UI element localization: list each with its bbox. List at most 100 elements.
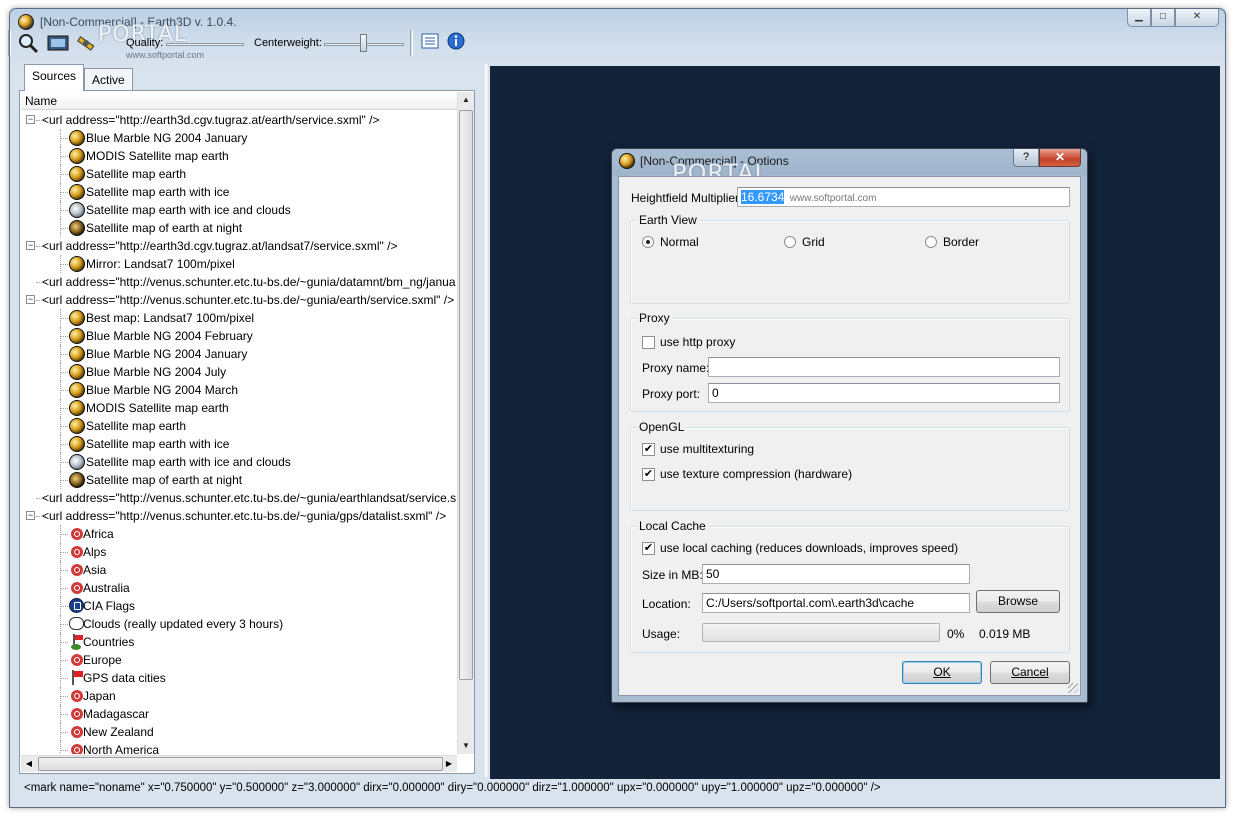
tree-row-item[interactable]: Satellite map earth with ice: [20, 183, 456, 201]
earth-view-grid-radio[interactable]: [784, 236, 796, 248]
use-http-proxy-label[interactable]: use http proxy: [660, 335, 735, 349]
pane-splitter[interactable]: [483, 64, 489, 777]
scroll-up-arrow-icon[interactable]: ▲: [458, 92, 474, 108]
tree-connector: [60, 732, 68, 733]
vertical-scrollbar[interactable]: ▲ ▼: [457, 92, 474, 754]
tab-active[interactable]: Active: [84, 68, 133, 90]
proxy-name-input[interactable]: [708, 357, 1060, 377]
toolbar-grip-2[interactable]: [410, 30, 413, 56]
tab-sources[interactable]: Sources: [24, 64, 85, 91]
ok-button[interactable]: OK: [902, 661, 982, 684]
proxy-port-label: Proxy port:: [642, 387, 701, 401]
tree-row-label: <url address="http://venus.schunter.etc.…: [42, 275, 456, 289]
tree-row-item[interactable]: Mirror: Landsat7 100m/pixel: [20, 255, 456, 273]
earth-view-normal-label[interactable]: Normal: [660, 235, 699, 249]
use-local-caching-checkbox[interactable]: ✔: [642, 542, 655, 555]
tree-row-item[interactable]: New Zealand: [20, 723, 456, 741]
minimize-button[interactable]: ▁: [1127, 9, 1151, 27]
help-button[interactable]: ?: [1013, 149, 1039, 167]
tree-row-item[interactable]: Australia: [20, 579, 456, 597]
tree-row-item[interactable]: Satellite map earth: [20, 417, 456, 435]
use-http-proxy-checkbox[interactable]: [642, 336, 655, 349]
cache-location-input[interactable]: C:/Users/softportal.com\.earth3d\cache: [702, 593, 970, 613]
tree-row-item[interactable]: GPS data cities: [20, 669, 456, 687]
tree-row-source-url[interactable]: − <url address="http://earth3d.cgv.tugraz…: [20, 237, 456, 255]
tree-row-item[interactable]: Blue Marble NG 2004 February: [20, 327, 456, 345]
tree-row-item[interactable]: Countries: [20, 633, 456, 651]
tree-row-item[interactable]: Satellite map earth with ice: [20, 435, 456, 453]
vertical-scroll-thumb[interactable]: [459, 110, 473, 680]
tree-row-item[interactable]: North America: [20, 741, 456, 754]
collapse-minus-icon[interactable]: −: [26, 115, 35, 124]
heightfield-input[interactable]: 16.6734 www.softportal.com: [737, 187, 1070, 207]
toolbar-grip[interactable]: [8, 30, 11, 56]
collapse-minus-icon[interactable]: −: [26, 295, 35, 304]
source-tree: Name − <url address="http://earth3d.cgv.t…: [19, 90, 475, 774]
texture-compression-label[interactable]: use texture compression (hardware): [660, 467, 852, 481]
cancel-button[interactable]: Cancel: [990, 661, 1070, 684]
multitexturing-checkbox[interactable]: ✔: [642, 443, 655, 456]
tree-row-source-url[interactable]: <url address="http://venus.schunter.etc.…: [20, 273, 456, 291]
tree-row-item[interactable]: Alps: [20, 543, 456, 561]
resize-grip[interactable]: [1068, 683, 1078, 693]
tree-row-item[interactable]: Blue Marble NG 2004 January: [20, 345, 456, 363]
tree-row-item[interactable]: Asia: [20, 561, 456, 579]
tree-row-item[interactable]: Clouds (really updated every 3 hours): [20, 615, 456, 633]
use-local-caching-label[interactable]: use local caching (reduces downloads, im…: [660, 541, 958, 555]
screenshot-camera-icon[interactable]: [46, 31, 70, 55]
tree-row-item[interactable]: Blue Marble NG 2004 March: [20, 381, 456, 399]
proxy-port-input[interactable]: 0: [708, 383, 1060, 403]
tree-row-item[interactable]: Satellite map earth with ice and clouds: [20, 201, 456, 219]
tree-row-item[interactable]: Blue Marble NG 2004 January: [20, 129, 456, 147]
tree-row-source-url[interactable]: − <url address="http://earth3d.cgv.tugraz…: [20, 111, 456, 129]
tree-row-item[interactable]: Satellite map of earth at night: [20, 471, 456, 489]
maximize-button[interactable]: □: [1151, 9, 1175, 27]
column-header-name[interactable]: Name: [21, 92, 457, 110]
tree-row-item[interactable]: Madagascar: [20, 705, 456, 723]
list-view-icon[interactable]: [420, 31, 444, 55]
tree-row-source-url[interactable]: − <url address="http://venus.schunter.etc…: [20, 291, 456, 309]
tree-row-label: Asia: [83, 563, 107, 577]
target-marker-icon: [71, 726, 83, 738]
multitexturing-label[interactable]: use multitexturing: [660, 442, 754, 456]
scroll-right-arrow-icon[interactable]: ▶: [441, 756, 457, 772]
tree-row-source-url[interactable]: − <url address="http://venus.schunter.etc…: [20, 507, 456, 525]
earth-view-grid-label[interactable]: Grid: [802, 235, 825, 249]
horizontal-scroll-thumb[interactable]: [38, 757, 443, 771]
collapse-minus-icon[interactable]: −: [26, 511, 35, 520]
earth-view-normal-radio[interactable]: [642, 236, 654, 248]
scroll-down-arrow-icon[interactable]: ▼: [458, 738, 474, 754]
tree-row-item[interactable]: CIA Flags: [20, 597, 456, 615]
tree-row-item[interactable]: Best map: Landsat7 100m/pixel: [20, 309, 456, 327]
close-button[interactable]: ✕: [1175, 9, 1219, 27]
tree-connector: [60, 444, 68, 445]
tree-row-item[interactable]: Satellite map earth: [20, 165, 456, 183]
search-magnifier-icon[interactable]: [16, 31, 40, 55]
texture-compression-checkbox[interactable]: ✔: [642, 468, 655, 481]
tree-row-item[interactable]: Blue Marble NG 2004 July: [20, 363, 456, 381]
satellite-icon[interactable]: [74, 31, 98, 55]
scroll-left-arrow-icon[interactable]: ◀: [21, 756, 37, 772]
dialog-close-button[interactable]: ✕: [1039, 149, 1081, 167]
tree-row-item[interactable]: Satellite map earth with ice and clouds: [20, 453, 456, 471]
info-icon[interactable]: [446, 31, 470, 55]
tree-row-item[interactable]: Japan: [20, 687, 456, 705]
horizontal-scrollbar[interactable]: ◀ ▶: [21, 755, 457, 772]
tree-connector: [60, 741, 61, 754]
tree-row-item[interactable]: Africa: [20, 525, 456, 543]
tree-row-item[interactable]: Europe: [20, 651, 456, 669]
tree-row-source-url[interactable]: <url address="http://venus.schunter.etc.…: [20, 489, 456, 507]
tree-row-item[interactable]: MODIS Satellite map earth: [20, 399, 456, 417]
earth-view-border-radio[interactable]: [925, 236, 937, 248]
centerweight-slider-thumb[interactable]: [360, 34, 367, 52]
cache-size-input[interactable]: 50: [702, 564, 970, 584]
tree-row-item[interactable]: Satellite map of earth at night: [20, 219, 456, 237]
collapse-minus-icon[interactable]: −: [26, 241, 35, 250]
quality-slider-track[interactable]: [166, 43, 244, 46]
tree-row-label: Satellite map earth: [86, 167, 187, 181]
browse-button[interactable]: Browse: [976, 590, 1060, 613]
earth-view-border-label[interactable]: Border: [943, 235, 979, 249]
tree-row-item[interactable]: MODIS Satellite map earth: [20, 147, 456, 165]
options-dialog: [Non-Commercial] - Options PORTAL ? ✕ He…: [611, 148, 1088, 703]
target-marker-icon: [71, 744, 83, 754]
